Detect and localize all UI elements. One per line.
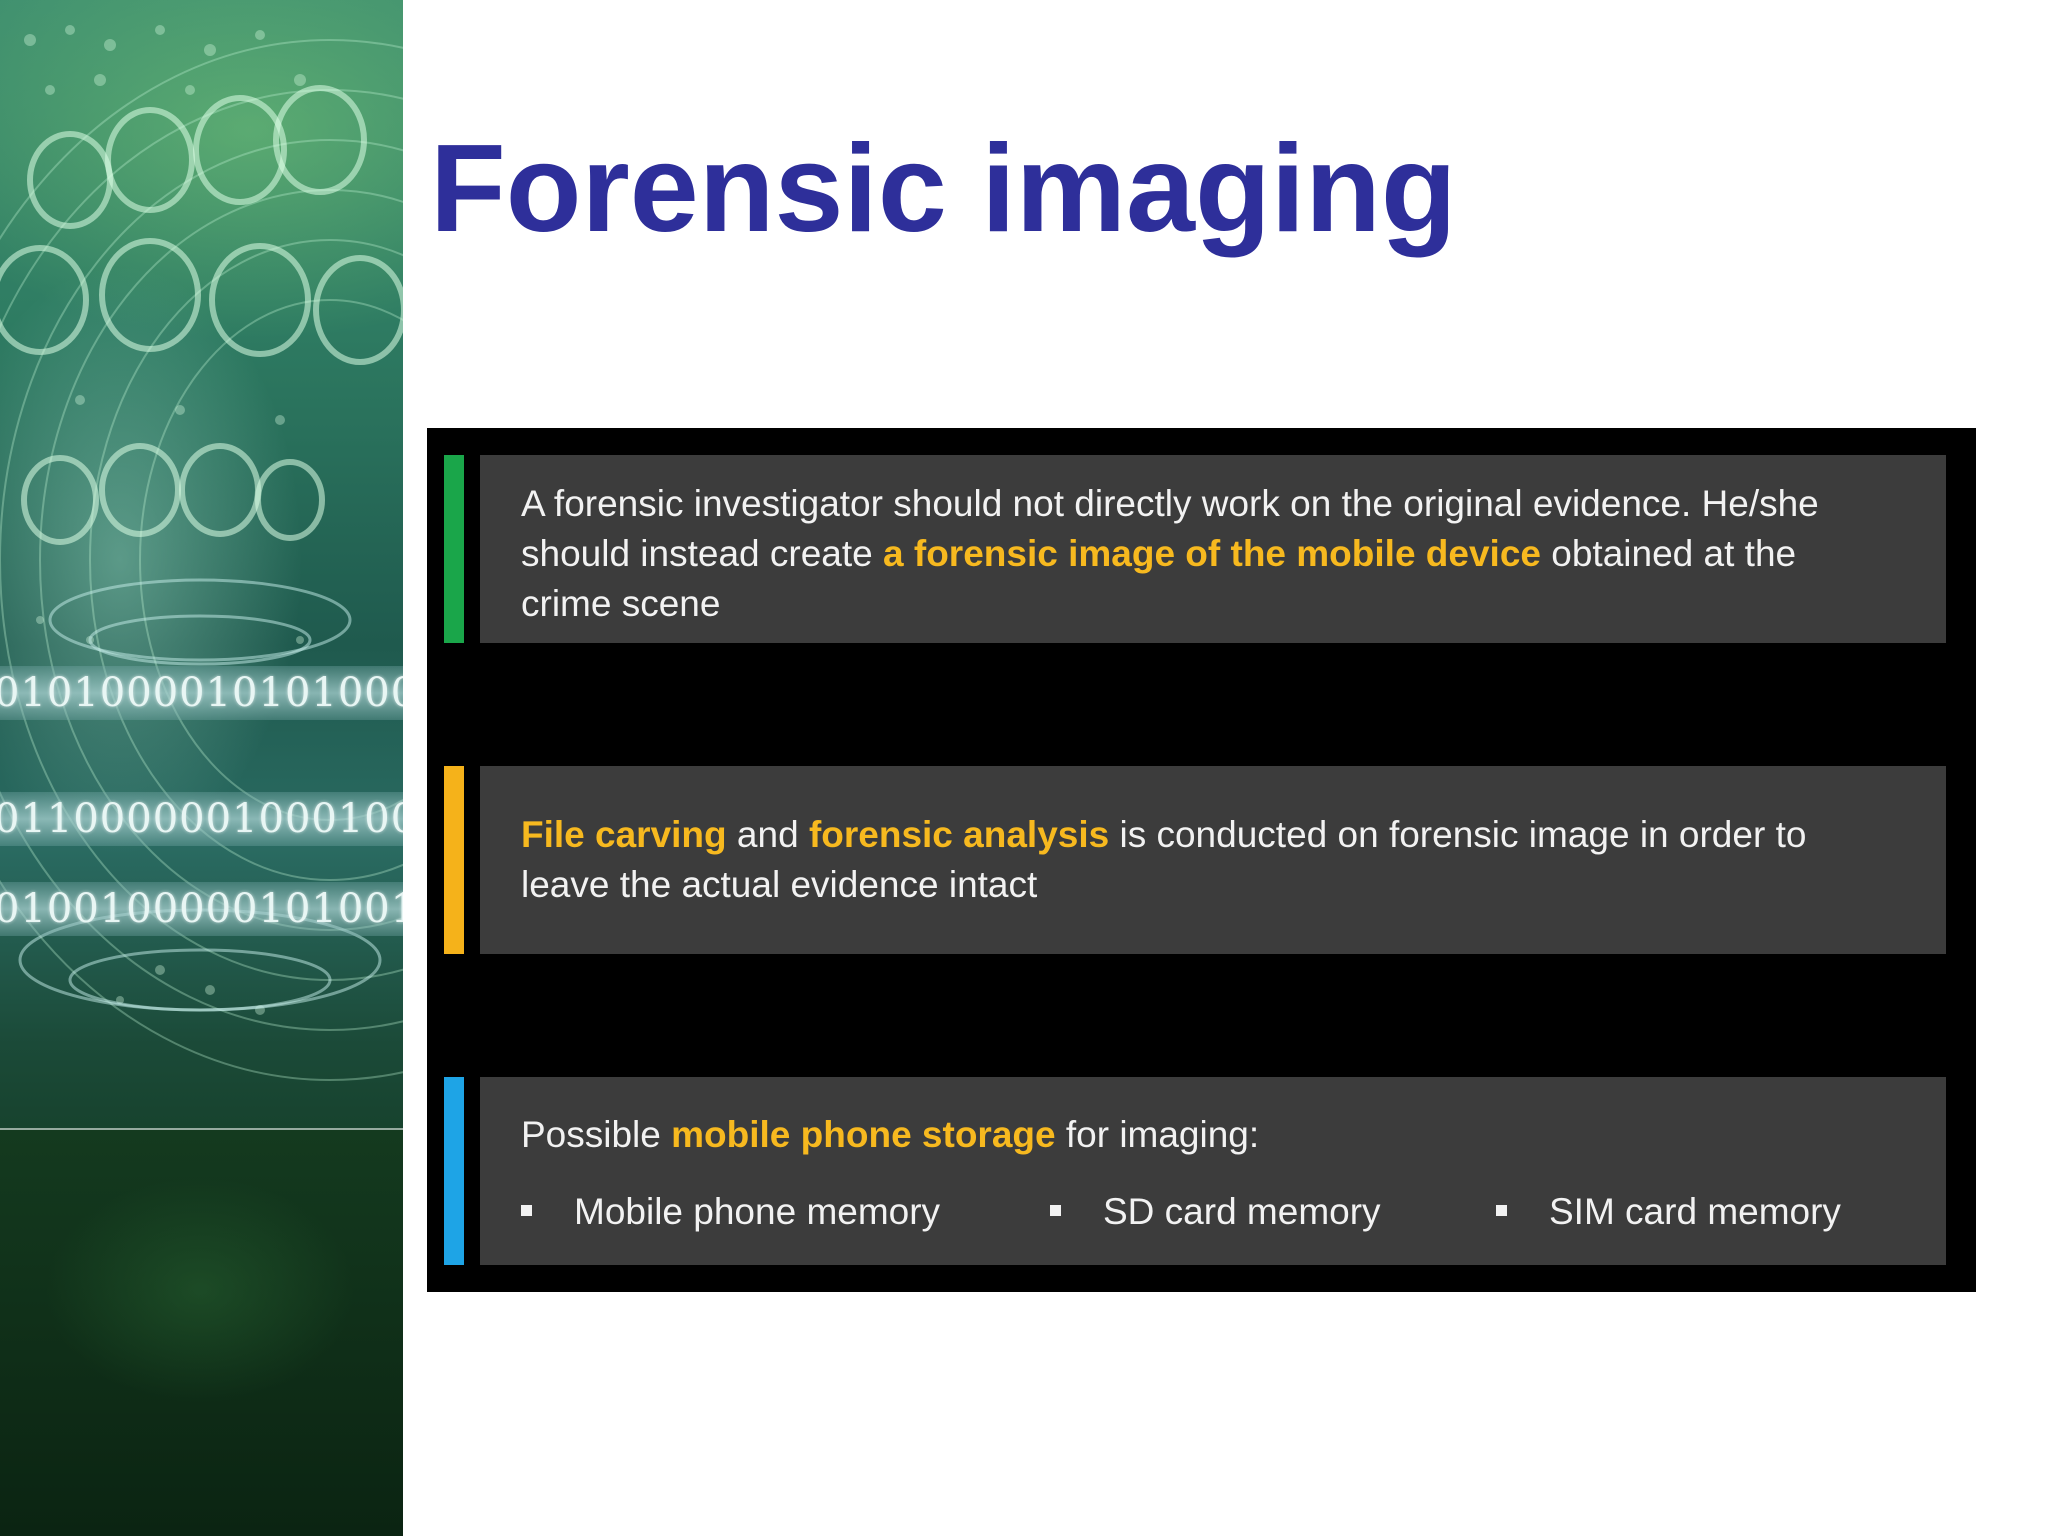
card-text-segment: for imaging: (1055, 1114, 1260, 1155)
card-text-highlight: a forensic image of the mobile device (883, 533, 1541, 574)
card-text-segment: Possible (521, 1114, 672, 1155)
side-lower-panel (0, 1130, 403, 1536)
card-text: Possible mobile phone storage for imagin… (521, 1110, 1886, 1160)
storage-bullet-list: Mobile phone memory SD card memory SIM c… (521, 1187, 1921, 1237)
square-bullet-icon (521, 1204, 532, 1216)
card-text-highlight: File carving (521, 814, 727, 855)
slide-title: Forensic imaging (430, 120, 1457, 258)
digital-swirl-graphic (0, 25, 403, 1081)
content-box: A forensic investigator should not direc… (427, 428, 1976, 1292)
bullet-label: SD card memory (1103, 1191, 1381, 1232)
square-bullet-icon (1496, 1204, 1507, 1216)
binary-text-line: 0110000001000100 (0, 796, 403, 842)
bullet-item: SIM card memory (1496, 1187, 1841, 1237)
bullet-label: Mobile phone memory (574, 1191, 941, 1232)
decorative-side-panel: 01010000101010001 0110000001000100 01001… (0, 0, 403, 1536)
binary-text-line: 01010000101010001 (0, 670, 403, 716)
accent-bar-green (444, 455, 464, 643)
info-card-analysis: File carving and forensic analysis is co… (480, 766, 1946, 954)
info-card-imaging: A forensic investigator should not direc… (480, 455, 1946, 643)
accent-bar-yellow (444, 766, 464, 954)
binary-text-line: 0100100000101001 (0, 886, 403, 932)
bullet-item: SD card memory (1050, 1187, 1381, 1237)
card-text-highlight: mobile phone storage (671, 1114, 1056, 1155)
card-text-segment: and (726, 814, 809, 855)
bullet-label: SIM card memory (1549, 1191, 1841, 1232)
card-text: File carving and forensic analysis is co… (521, 810, 1886, 910)
accent-bar-blue (444, 1077, 464, 1265)
card-text-highlight: forensic analysis (808, 814, 1110, 855)
card-text: A forensic investigator should not direc… (521, 479, 1886, 629)
bullet-item: Mobile phone memory (521, 1187, 940, 1237)
square-bullet-icon (1050, 1204, 1061, 1216)
info-card-storage: Possible mobile phone storage for imagin… (480, 1077, 1946, 1265)
